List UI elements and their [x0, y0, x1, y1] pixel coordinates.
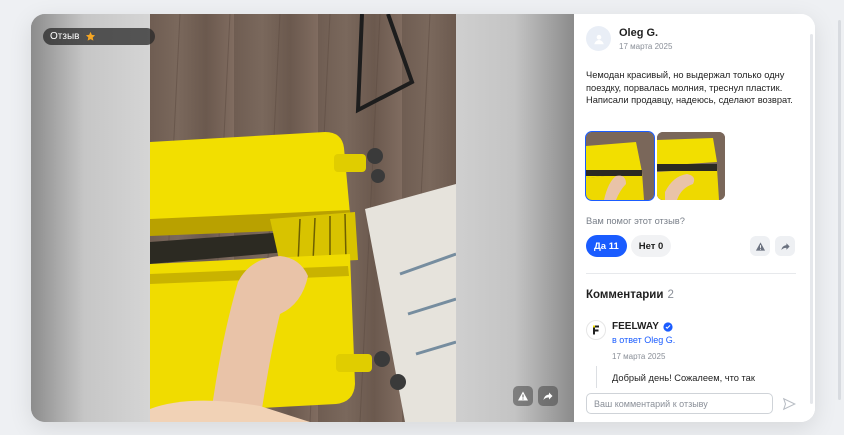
- vote-row: Да 11 Нет 0: [586, 235, 672, 257]
- comments-title-label: Комментарии: [586, 289, 664, 301]
- vote-no-button[interactable]: Нет 0: [630, 235, 672, 257]
- panel-scrollbar[interactable]: [810, 34, 813, 404]
- comment-reply-to[interactable]: в ответ Oleg G.: [612, 335, 675, 345]
- review-photo: [150, 14, 456, 422]
- star-icon: [86, 31, 96, 41]
- warning-icon: [755, 241, 765, 251]
- warning-icon: [518, 391, 528, 401]
- send-icon: [782, 397, 796, 411]
- avatar: [586, 26, 611, 51]
- review-thumbnail[interactable]: [657, 132, 725, 200]
- review-author: Oleg G. 17 марта 2025: [586, 26, 672, 51]
- divider: [586, 273, 796, 274]
- share-icon: [780, 242, 790, 250]
- review-badge: Отзыв: [43, 28, 155, 45]
- report-button[interactable]: [513, 386, 533, 406]
- share-icon: [543, 392, 553, 400]
- media-blur-left: [31, 14, 150, 422]
- review-badge-label: Отзыв: [50, 31, 80, 42]
- review-author-name[interactable]: Oleg G.: [619, 27, 672, 39]
- vote-yes-button[interactable]: Да 11: [586, 235, 627, 257]
- comment-date: 17 марта 2025: [612, 352, 666, 361]
- brand-logo-icon: [593, 325, 599, 335]
- comment-author-name: FEELWAY: [612, 321, 659, 332]
- comments-count: 2: [667, 289, 674, 301]
- report-review-button[interactable]: [750, 236, 770, 256]
- share-button[interactable]: [538, 386, 558, 406]
- media-viewer[interactable]: Отзыв: [31, 14, 574, 422]
- comment-author[interactable]: FEELWAY: [612, 321, 673, 332]
- thumbnail-image: [586, 132, 654, 200]
- review-modal: Отзыв Oleg G. 17 марта 2025 Чемодан крас…: [31, 14, 815, 422]
- review-panel: Oleg G. 17 марта 2025 Чемодан красивый, …: [574, 14, 815, 422]
- comment-input[interactable]: [586, 393, 773, 414]
- media-blur-right: [455, 14, 574, 422]
- review-thumbnail[interactable]: [585, 131, 655, 201]
- review-text: Чемодан красивый, но выдержал только одн…: [586, 70, 793, 105]
- suitcase-photo-illustration: [150, 14, 456, 422]
- page-scrollbar[interactable]: [838, 20, 841, 400]
- review-thumbnails: [585, 131, 725, 201]
- user-icon: [593, 34, 604, 44]
- helpful-question: Вам помог этот отзыв?: [586, 216, 685, 226]
- comment-text: Добрый день! Сожалеем, что так: [612, 373, 755, 383]
- thread-line: [596, 366, 597, 388]
- verified-icon: [663, 321, 673, 332]
- review-date: 17 марта 2025: [619, 41, 673, 51]
- comments-title: Комментарии 2: [586, 289, 674, 301]
- comment-composer: [574, 389, 815, 422]
- share-review-button[interactable]: [775, 236, 795, 256]
- thumbnail-image: [657, 132, 725, 200]
- send-button[interactable]: [781, 396, 797, 412]
- seller-logo: [586, 320, 606, 340]
